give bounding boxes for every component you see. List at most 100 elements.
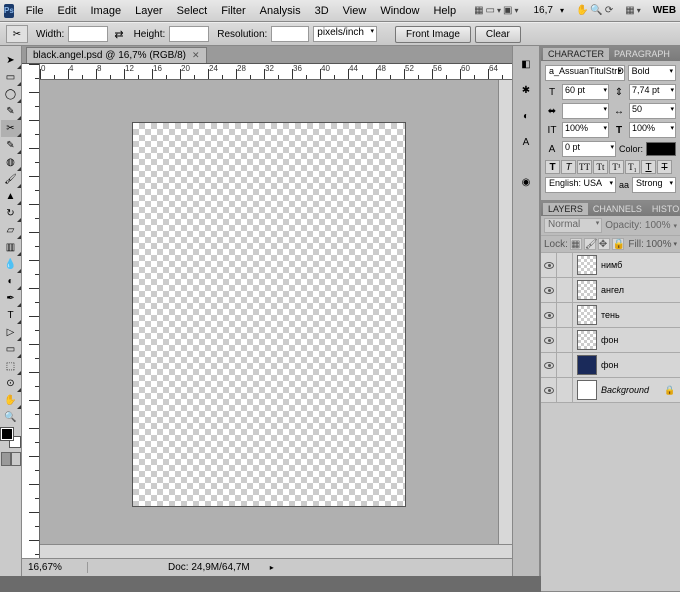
visibility-toggle[interactable] (541, 278, 557, 302)
layer-row[interactable]: фон (541, 328, 680, 353)
brush-tool[interactable]: 🖌 (1, 171, 21, 188)
layer-thumbnail[interactable] (577, 355, 597, 375)
layer-name[interactable]: тень (601, 310, 680, 320)
close-icon[interactable]: ✕ (192, 50, 200, 61)
canvas[interactable] (133, 123, 405, 506)
adjustments-icon[interactable]: ◐ (516, 106, 536, 126)
tab-history[interactable]: HISTORY (647, 203, 680, 215)
hand-tool[interactable]: ✋ (1, 392, 21, 409)
faux-bold-button[interactable]: T (545, 160, 560, 174)
kerning-input[interactable] (562, 103, 609, 119)
swap-icon[interactable]: ⇄ (114, 28, 123, 41)
menu-edit[interactable]: Edit (52, 3, 83, 19)
layer-thumbnail[interactable] (577, 380, 597, 400)
allcaps-button[interactable]: TT (577, 160, 592, 174)
smallcaps-button[interactable]: Tt (593, 160, 608, 174)
resolution-input[interactable] (271, 26, 309, 42)
menu-layer[interactable]: Layer (129, 3, 169, 19)
menu-window[interactable]: Window (374, 3, 425, 19)
subscript-button[interactable]: T₁ (625, 160, 640, 174)
workspace-switcher[interactable]: WEB (653, 5, 676, 16)
clear-button[interactable]: Clear (475, 26, 521, 43)
shape-tool[interactable]: ▭ (1, 341, 21, 358)
visibility-toggle[interactable] (541, 353, 557, 377)
rotate-icon[interactable]: ⟳ (605, 3, 613, 19)
link-cell[interactable] (557, 253, 573, 277)
unit-select[interactable]: pixels/inch (313, 26, 377, 42)
pen-tool[interactable]: ✒ (1, 290, 21, 307)
underline-button[interactable]: T (641, 160, 656, 174)
opacity-value[interactable]: 100% (645, 220, 671, 231)
tab-layers[interactable]: LAYERS (543, 203, 588, 215)
font-style-select[interactable]: Bold (628, 65, 676, 81)
hscale-input[interactable]: 100% (629, 122, 676, 138)
history-brush-tool[interactable]: ↻ (1, 205, 21, 222)
move-tool[interactable]: ➤ (1, 52, 21, 69)
layer-row[interactable]: фон (541, 353, 680, 378)
3d-camera-tool[interactable]: ⊙ (1, 375, 21, 392)
leading-input[interactable]: 7,74 pt (629, 84, 676, 100)
brushes-icon[interactable]: ◉ (516, 172, 536, 192)
link-cell[interactable] (557, 353, 573, 377)
layer-row[interactable]: тень (541, 303, 680, 328)
hand-icon[interactable]: ✋ (576, 3, 588, 19)
height-input[interactable] (169, 26, 209, 42)
scrollbar-horizontal[interactable] (40, 544, 512, 558)
blend-mode-select[interactable]: Normal (544, 218, 602, 233)
menu-file[interactable]: File (20, 3, 50, 19)
menu-view[interactable]: View (337, 3, 373, 19)
visibility-toggle[interactable] (541, 328, 557, 352)
layer-thumbnail[interactable] (577, 330, 597, 350)
tab-channels[interactable]: CHANNELS (588, 203, 647, 215)
lock-transparency-icon[interactable]: ▦ (570, 238, 582, 250)
layer-row[interactable]: ангел (541, 278, 680, 303)
3d-tool[interactable]: ⬚ (1, 358, 21, 375)
healing-tool[interactable]: ◍ (1, 154, 21, 171)
visibility-toggle[interactable] (541, 303, 557, 327)
language-select[interactable]: English: USA (545, 177, 616, 193)
width-input[interactable] (68, 26, 108, 42)
dodge-tool[interactable]: ◐ (1, 273, 21, 290)
font-family-select[interactable]: a_AssuanTitulStrDst (545, 65, 625, 81)
link-cell[interactable] (557, 278, 573, 302)
zoom-tool[interactable]: 🔍 (1, 409, 21, 426)
extras-icon[interactable]: ▦▾ (625, 3, 640, 19)
stamp-tool[interactable]: ▲ (1, 188, 21, 205)
font-size-input[interactable]: 60 pt (562, 84, 609, 100)
marquee-tool[interactable]: ▭ (1, 69, 21, 86)
tab-paragraph[interactable]: PARAGRAPH (609, 48, 675, 60)
crop-tool[interactable]: ✂ (1, 120, 21, 137)
layer-name[interactable]: нимб (601, 260, 680, 270)
menu-help[interactable]: Help (427, 3, 462, 19)
link-cell[interactable] (557, 378, 573, 402)
front-image-button[interactable]: Front Image (395, 26, 471, 43)
layer-name[interactable]: Background (601, 385, 664, 395)
screenmode-icon[interactable]: ▣▾ (503, 3, 518, 19)
visibility-toggle[interactable] (541, 378, 557, 402)
styles-icon[interactable]: ✱ (516, 80, 536, 100)
text-color-swatch[interactable] (646, 142, 676, 156)
quickmask-toggle[interactable] (1, 452, 21, 466)
menu-select[interactable]: Select (171, 3, 214, 19)
lock-pixels-icon[interactable]: 🖌 (584, 238, 596, 250)
lock-all-icon[interactable]: 🔒 (612, 238, 624, 250)
lasso-tool[interactable]: ◯ (1, 86, 21, 103)
baseline-input[interactable]: 0 pt (562, 141, 616, 157)
tracking-input[interactable]: 50 (629, 103, 676, 119)
scrollbar-vertical[interactable] (498, 80, 512, 544)
zoom-field[interactable]: 16,7 (530, 4, 555, 17)
layer-name[interactable]: ангел (601, 285, 680, 295)
swatches-icon[interactable]: ◧ (516, 54, 536, 74)
menu-image[interactable]: Image (85, 3, 128, 19)
faux-italic-button[interactable]: T (561, 160, 576, 174)
visibility-toggle[interactable] (541, 253, 557, 277)
fill-value[interactable]: 100% (646, 239, 672, 250)
link-cell[interactable] (557, 303, 573, 327)
crop-tool-icon[interactable]: ✂ (6, 25, 28, 43)
layer-row[interactable]: Background🔒 (541, 378, 680, 403)
antialias-select[interactable]: Strong (632, 177, 676, 193)
superscript-button[interactable]: T¹ (609, 160, 624, 174)
arrange-icon[interactable]: ▭▾ (486, 3, 501, 19)
tab-character[interactable]: CHARACTER (543, 48, 609, 60)
status-doc[interactable]: Doc: 24,9M/64,7M (108, 562, 250, 573)
